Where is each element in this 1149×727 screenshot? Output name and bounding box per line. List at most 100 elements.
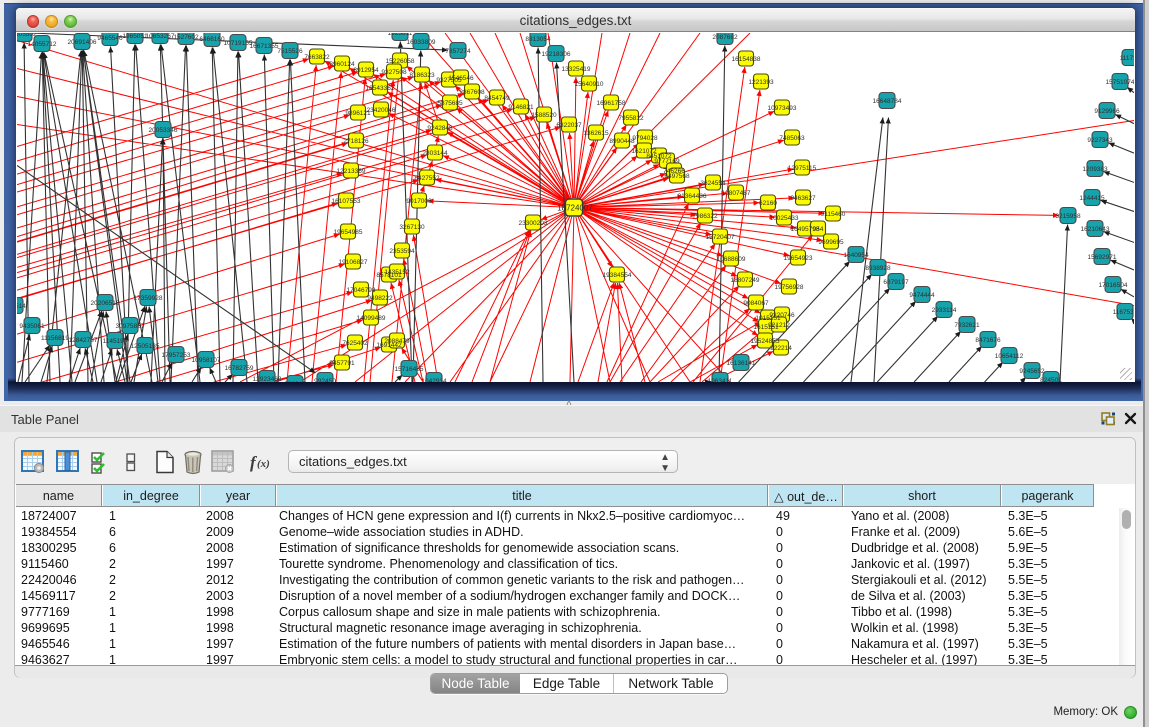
svg-text:14099489: 14099489 <box>357 314 386 321</box>
svg-text:7663822: 7663822 <box>304 53 330 60</box>
svg-text:16648784: 16648784 <box>873 97 902 104</box>
svg-text:10653267: 10653267 <box>146 33 175 40</box>
svg-text:23300203: 23300203 <box>519 219 548 226</box>
svg-text:7515526: 7515526 <box>277 47 303 54</box>
svg-text:18807249: 18807249 <box>731 276 760 283</box>
svg-text:1963411: 1963411 <box>708 377 733 381</box>
svg-text:9465546: 9465546 <box>97 34 123 41</box>
svg-text:15716485: 15716485 <box>395 365 424 372</box>
svg-text:9794028: 9794028 <box>632 134 658 141</box>
svg-text:19654985: 19654985 <box>334 228 363 235</box>
svg-text:9463627: 9463627 <box>790 194 816 201</box>
svg-text:9129966: 9129966 <box>1094 107 1120 114</box>
svg-text:19756928: 19756928 <box>775 283 804 290</box>
svg-text:12842737: 12842737 <box>69 336 98 343</box>
svg-text:9227343: 9227343 <box>1087 136 1113 143</box>
svg-text:21364436: 21364436 <box>678 192 707 199</box>
svg-text:15720407: 15720407 <box>706 233 735 240</box>
svg-text:16961758: 16961758 <box>597 99 626 106</box>
svg-text:9699695: 9699695 <box>818 238 844 245</box>
svg-text:9115460: 9115460 <box>821 210 846 217</box>
svg-text:19384554: 19384554 <box>603 271 632 278</box>
svg-text:6879197: 6879197 <box>883 278 909 285</box>
svg-text:9084067: 9084067 <box>743 299 769 306</box>
svg-text:62160: 62160 <box>759 199 777 206</box>
svg-text:17016504: 17016504 <box>1099 281 1128 288</box>
svg-text:15226058: 15226058 <box>386 57 415 64</box>
svg-text:8912954: 8912954 <box>353 66 379 73</box>
svg-text:8471676: 8471676 <box>975 336 1001 343</box>
svg-text:982345: 982345 <box>284 380 306 381</box>
svg-text:7955812: 7955812 <box>618 114 644 121</box>
svg-text:19218306: 19218306 <box>542 50 571 57</box>
svg-text:16671355: 16671355 <box>250 42 279 49</box>
svg-text:9474444: 9474444 <box>909 291 935 298</box>
svg-text:9457791: 9457791 <box>329 359 355 366</box>
svg-text:922214: 922214 <box>770 344 792 351</box>
svg-text:10807487: 10807487 <box>722 189 751 196</box>
svg-text:1605502: 1605502 <box>17 33 37 38</box>
svg-text:9220746: 9220746 <box>769 311 795 318</box>
svg-text:9896121: 9896121 <box>345 109 371 116</box>
svg-text:1209383: 1209383 <box>1082 165 1108 172</box>
svg-text:1244415: 1244415 <box>1079 194 1105 201</box>
svg-text:16782759: 16782759 <box>225 364 254 371</box>
svg-text:10719155: 10719155 <box>224 39 253 46</box>
svg-text:2353594: 2353594 <box>389 247 415 254</box>
svg-text:2718126: 2718126 <box>343 137 369 144</box>
svg-text:16210643: 16210643 <box>1081 225 1110 232</box>
svg-text:17359928: 17359928 <box>134 294 163 301</box>
svg-text:2933114: 2933114 <box>932 306 957 313</box>
svg-text:9245652: 9245652 <box>1019 367 1045 374</box>
svg-text:12213369: 12213369 <box>337 167 366 174</box>
svg-text:13325419: 13325419 <box>562 65 591 72</box>
svg-text:12975115: 12975115 <box>788 164 817 171</box>
svg-text:15692971: 15692971 <box>1088 253 1117 260</box>
svg-text:111731: 111731 <box>1120 54 1134 61</box>
svg-text:15751074: 15751074 <box>1106 78 1134 85</box>
svg-text:7857274: 7857274 <box>445 47 471 54</box>
svg-text:10025433: 10025433 <box>770 214 799 221</box>
svg-text:2803144: 2803144 <box>422 149 448 156</box>
svg-text:6466160: 6466160 <box>199 35 225 42</box>
svg-text:2867608: 2867608 <box>459 88 485 95</box>
svg-text:1588520: 1588520 <box>531 111 557 118</box>
svg-text:19106827: 19106827 <box>339 258 368 265</box>
svg-text:8960124: 8960124 <box>329 60 355 67</box>
svg-text:3267130: 3267130 <box>399 223 425 230</box>
svg-text:2088479: 2088479 <box>384 337 410 344</box>
svg-text:9242848: 9242848 <box>427 124 453 131</box>
svg-text:15640910: 15640910 <box>575 80 604 87</box>
svg-text:11156819: 11156819 <box>41 334 69 341</box>
svg-text:19654923: 19654923 <box>784 254 813 261</box>
svg-text:16154838: 16154838 <box>732 55 761 62</box>
svg-text:17957253: 17957253 <box>162 351 191 358</box>
svg-text:8938928: 8938928 <box>865 264 891 271</box>
svg-text:9017006: 9017006 <box>406 197 432 204</box>
svg-text:1923811: 1923811 <box>388 33 413 37</box>
svg-text:7932621: 7932621 <box>954 321 980 328</box>
svg-text:10654112: 10654112 <box>995 352 1024 359</box>
svg-text:12505135: 12505135 <box>131 342 160 349</box>
svg-text:9435061: 9435061 <box>19 322 45 329</box>
svg-text:1965051: 1965051 <box>122 33 148 40</box>
svg-text:20206516: 20206516 <box>91 299 120 306</box>
svg-text:14055712: 14055712 <box>28 40 57 47</box>
svg-text:9498222: 9498222 <box>367 294 393 301</box>
svg-text:3624554: 3624554 <box>700 179 726 186</box>
svg-text:824501: 824501 <box>1040 376 1062 381</box>
svg-text:3215958: 3215958 <box>1055 212 1081 219</box>
svg-text:992450: 992450 <box>314 377 336 381</box>
svg-text:19524855: 19524855 <box>751 337 780 344</box>
svg-text:10973493: 10973493 <box>768 104 797 111</box>
svg-text:9146821: 9146821 <box>508 103 534 110</box>
svg-text:1546546: 1546546 <box>448 74 474 81</box>
svg-text:2087682: 2087682 <box>712 33 738 40</box>
svg-text:7986322: 7986322 <box>692 212 718 219</box>
svg-text:23420046: 23420046 <box>367 106 396 113</box>
svg-text:17046798: 17046798 <box>347 286 376 293</box>
svg-text:7485063: 7485063 <box>779 134 805 141</box>
svg-text:6322037: 6322037 <box>556 121 582 128</box>
svg-text:(x): (x) <box>257 458 270 470</box>
svg-text:1435152: 1435152 <box>384 268 410 275</box>
